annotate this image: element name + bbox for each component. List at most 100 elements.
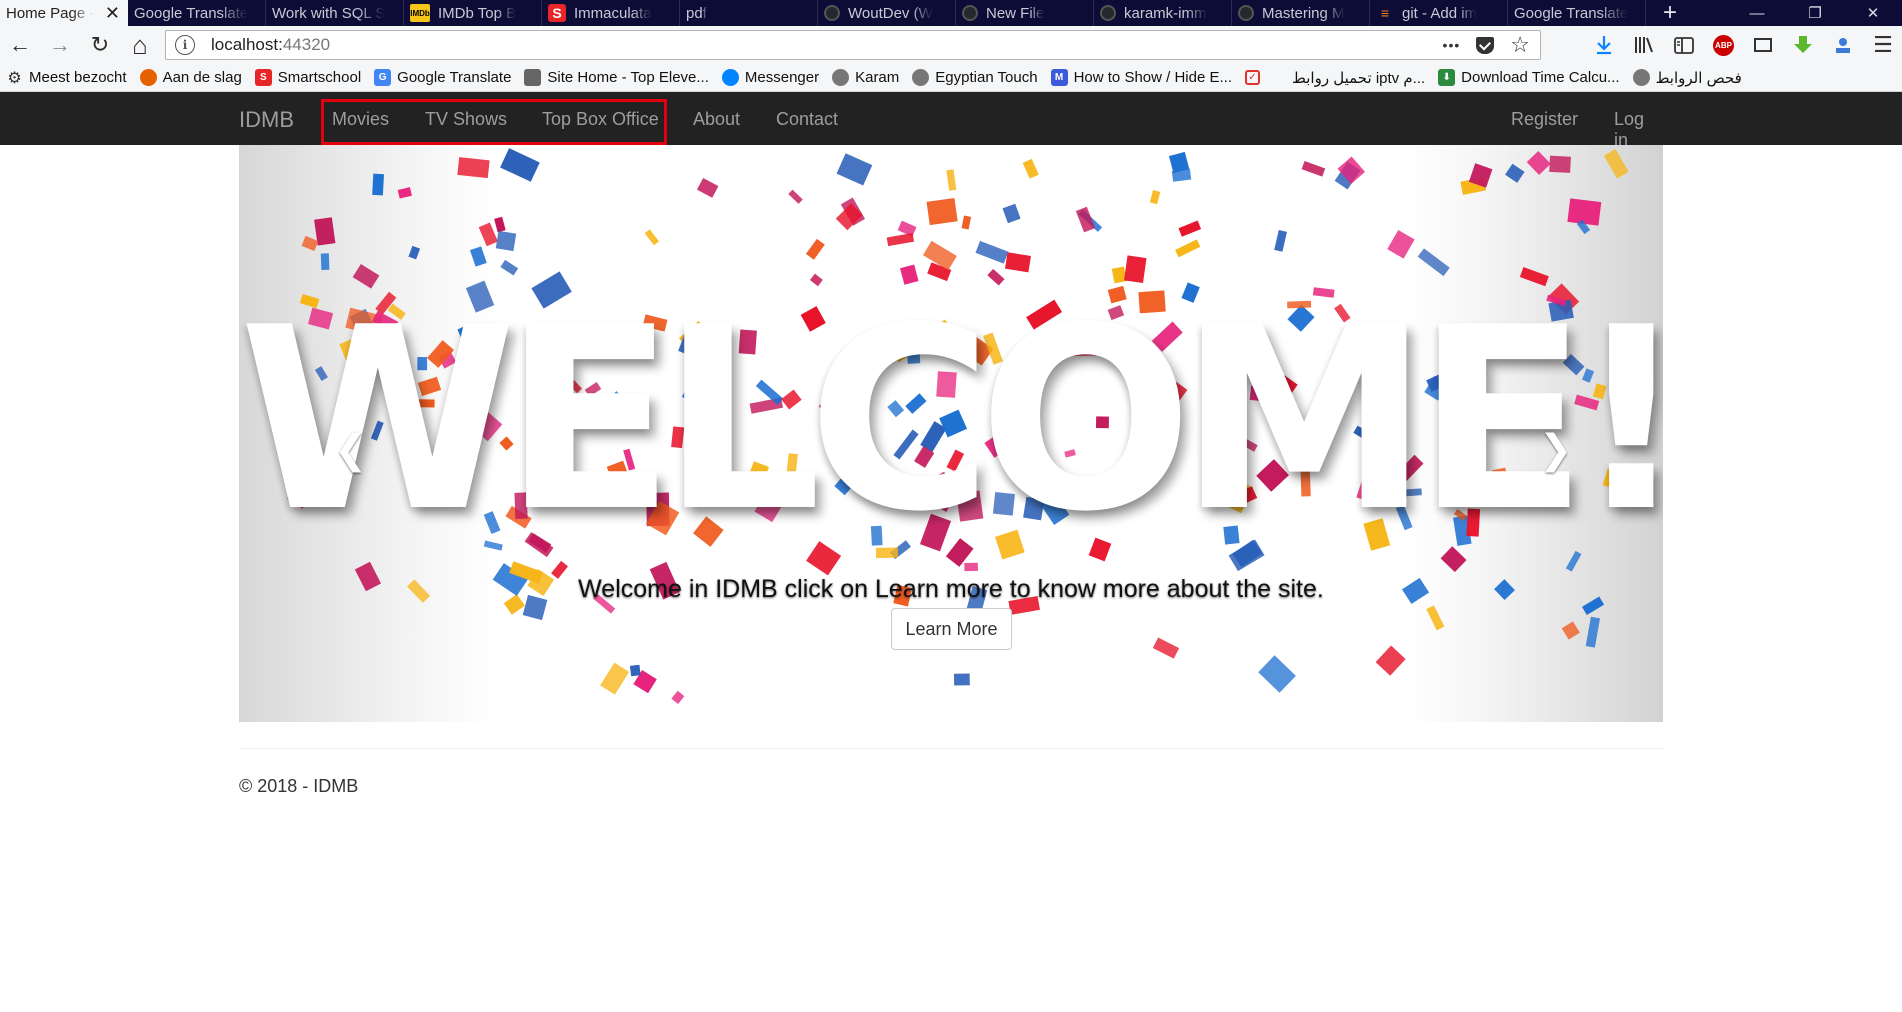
welcome-banner-image-text: WELCOME! [239, 274, 1663, 567]
bookmark-item[interactable]: تحميل روابط iptv م... [1292, 69, 1425, 87]
confetti-piece [1375, 645, 1406, 676]
tab-label: New File [986, 4, 1045, 22]
confetti-piece [1152, 637, 1180, 659]
browser-tab[interactable]: S Immaculata [542, 0, 680, 26]
pocket-icon[interactable] [1476, 36, 1495, 54]
confetti-piece [835, 203, 863, 231]
browser-tab[interactable]: Work with SQL S [266, 0, 404, 26]
bookmark-star-icon[interactable]: ☆ [1510, 32, 1530, 58]
github-favicon-icon [824, 5, 840, 21]
nav-link-contact[interactable]: Contact [776, 109, 838, 130]
confetti-piece [1301, 160, 1326, 177]
minimize-button[interactable]: — [1728, 0, 1786, 26]
bookmark-label: Karam [855, 69, 900, 86]
bookmark-label: فحص الروابط [1655, 69, 1742, 87]
download-helper-icon[interactable] [1783, 35, 1823, 55]
browser-tab[interactable]: WoutDev (W [818, 0, 956, 26]
menu-icon[interactable]: ☰ [1863, 32, 1902, 58]
smartschool-icon: S [254, 69, 272, 86]
tab-list: Home Page - ✕ Google Translate Work with S… [0, 0, 1646, 26]
bookmark-item[interactable]: فحص الروابط [1632, 69, 1742, 87]
site-navbar: IDMB Movies TV Shows Top Box Office Abou… [0, 92, 1902, 150]
confetti-piece [671, 690, 685, 705]
carousel-prev-arrow-icon[interactable]: ❮ [334, 427, 368, 473]
bookmark-item[interactable]: ⬇ Download Time Calcu... [1438, 69, 1620, 86]
browser-tab-strip: Home Page - ✕ Google Translate Work with S… [0, 0, 1902, 26]
browser-tab[interactable]: Google Translate [1508, 0, 1646, 26]
sidebar-icon[interactable] [1664, 36, 1704, 54]
firefox-icon [139, 69, 157, 86]
bookmark-label: Google Translate [397, 69, 512, 86]
browser-tab[interactable]: New File [956, 0, 1094, 26]
restore-button[interactable]: ❐ [1786, 0, 1844, 26]
confetti-piece [372, 173, 384, 196]
browser-tab[interactable]: Google Translate [128, 0, 266, 26]
downloads-icon[interactable] [1584, 35, 1624, 55]
confetti-piece [457, 157, 490, 179]
carousel-next-arrow-icon[interactable]: ❯ [1539, 427, 1573, 473]
url-text: localhost:44320 [211, 35, 331, 54]
nav-link-about[interactable]: About [693, 109, 740, 130]
browser-tab[interactable]: Mastering M [1232, 0, 1370, 26]
bookmark-item[interactable]: M How to Show / Hide E... [1050, 69, 1232, 86]
account-extension-icon[interactable] [1823, 36, 1863, 54]
bookmark-item[interactable]: Aan de slag [139, 69, 242, 86]
bookmark-label: Aan de slag [162, 69, 242, 86]
bookmark-label: Messenger [744, 69, 820, 86]
bookmark-item[interactable]: Karam [832, 69, 899, 86]
adblock-icon[interactable]: ABP [1713, 34, 1734, 56]
learn-more-button[interactable]: Learn More [891, 608, 1012, 650]
address-bar[interactable]: i localhost:44320 ••• ☆ [165, 30, 1541, 60]
page-actions-button[interactable]: ••• [1443, 37, 1461, 53]
browser-tab[interactable]: ≡ git - Add im [1370, 0, 1508, 26]
nav-link-register[interactable]: Register [1511, 109, 1578, 130]
globe-icon [1632, 69, 1650, 86]
browser-toolbar: ← → ↻ ⌂ i localhost:44320 ••• ☆ ABP ☰ [0, 26, 1902, 64]
globe-icon [832, 69, 850, 86]
browser-tab[interactable]: IMDb IMDb Top B [404, 0, 542, 26]
bookmark-label: Download Time Calcu... [1461, 69, 1620, 86]
confetti-piece [1549, 155, 1571, 173]
brand-link[interactable]: IDMB [239, 107, 294, 133]
bookmark-label: تحميل روابط iptv م... [1292, 69, 1426, 87]
bookmark-item[interactable]: G Google Translate [374, 69, 511, 86]
reload-button[interactable]: ↻ [80, 26, 120, 64]
confetti-piece [644, 229, 660, 246]
browser-tab[interactable]: pdf [680, 0, 818, 26]
bookmark-label: Site Home - Top Eleve... [547, 69, 709, 86]
new-tab-button[interactable]: + [1646, 0, 1694, 26]
confetti-piece [1002, 203, 1021, 224]
tab-label: pdf [686, 4, 707, 22]
back-button[interactable]: ← [0, 26, 40, 64]
library-icon[interactable] [1624, 36, 1664, 54]
confetti-piece [1526, 150, 1551, 175]
confetti-piece [1417, 248, 1450, 277]
bookmark-item[interactable]: Egyptian Touch [912, 69, 1038, 86]
confetti-piece [953, 673, 970, 686]
home-button[interactable]: ⌂ [120, 26, 160, 64]
bookmark-item[interactable]: S Smartschool [254, 69, 361, 86]
confetti-piece [1171, 168, 1192, 182]
bookmark-item[interactable]: Site Home - Top Eleve... [524, 69, 709, 86]
close-window-button[interactable]: ✕ [1844, 0, 1902, 26]
translate-icon: G [374, 69, 392, 86]
close-tab-icon[interactable]: ✕ [105, 3, 120, 24]
confetti-piece [886, 233, 915, 247]
browser-tab[interactable]: Home Page - ✕ [0, 0, 128, 26]
carousel-caption: Welcome in IDMB click on Learn more to k… [578, 575, 1324, 603]
bookmark-item[interactable]: ⚙ Meest bezocht [6, 69, 126, 87]
tab-label: git - Add im [1402, 4, 1478, 22]
screenshot-icon[interactable] [1743, 37, 1783, 53]
forward-button[interactable]: → [40, 26, 80, 64]
bookmark-item[interactable]: ✓ [1245, 70, 1266, 85]
browser-tab[interactable]: karamk-imm [1094, 0, 1232, 26]
confetti-piece [1585, 616, 1601, 648]
bookmark-item[interactable]: Messenger [721, 69, 820, 86]
confetti-piece [495, 230, 517, 252]
tab-label: WoutDev (W [848, 4, 933, 22]
confetti-piece [301, 235, 319, 252]
confetti-piece [408, 245, 421, 260]
confetti-piece [696, 177, 719, 198]
site-info-icon[interactable]: i [175, 35, 195, 55]
stackoverflow-favicon-icon: ≡ [1380, 5, 1390, 21]
